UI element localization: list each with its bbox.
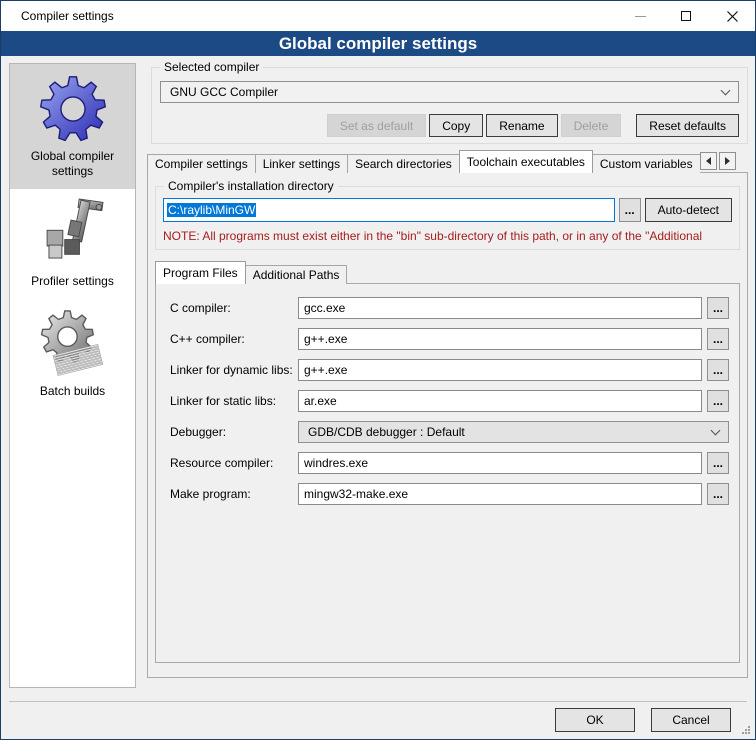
chevron-down-icon (711, 425, 721, 435)
maximize-button[interactable] (663, 1, 709, 31)
install-dir-selected-text: C:\raylib\MinGW (167, 203, 256, 217)
gear-blue-icon (36, 72, 110, 146)
gear-stack-icon (36, 307, 110, 381)
tabs-clip: Compiler settingsLinker settingsSearch d… (147, 150, 700, 173)
window-controls (617, 1, 755, 31)
compiler-buttons-row: Set as defaultCopyRenameDelete Reset defa… (327, 114, 739, 137)
toolchain-executables-page: Compiler's installation directory C:\ray… (147, 172, 748, 678)
tab-program-files[interactable]: Program Files (155, 261, 246, 284)
set-as-default-button: Set as default (327, 114, 426, 137)
reset-defaults-button[interactable]: Reset defaults (636, 114, 739, 137)
tab-linker-settings[interactable]: Linker settings (255, 154, 348, 173)
tab-scroll-arrows (700, 152, 736, 170)
field-label: C++ compiler: (170, 332, 298, 346)
tab-compiler-settings[interactable]: Compiler settings (147, 154, 256, 173)
install-dir-input[interactable]: C:\raylib\MinGW (163, 198, 615, 222)
autodetect-button[interactable]: Auto-detect (645, 198, 732, 222)
window-title: Compiler settings (1, 9, 114, 23)
field-input-c-compiler[interactable]: gcc.exe (298, 297, 702, 319)
browse-button[interactable]: ... (707, 328, 729, 350)
arrow-left-icon (706, 157, 711, 165)
selected-compiler-group-label: Selected compiler (160, 60, 263, 74)
page-title: Global compiler settings (1, 31, 755, 56)
field-row-debugger: Debugger: GDB/CDB debugger : Default (170, 421, 729, 443)
install-dir-group: Compiler's installation directory C:\ray… (155, 186, 740, 250)
sidebar-item-label: Batch builds (12, 384, 133, 399)
field-row-linker-static: Linker for static libs:ar.exe... (170, 390, 729, 412)
arrow-right-icon (725, 157, 730, 165)
profiler-caliper-icon (36, 197, 110, 271)
close-icon (727, 11, 738, 22)
sidebar: Global compiler settings Profiler settin… (9, 63, 136, 688)
field-input-cpp-compiler[interactable]: g++.exe (298, 328, 702, 350)
footer-buttons: OK Cancel (555, 708, 731, 732)
field-row-linker-dynamic: Linker for dynamic libs:g++.exe... (170, 359, 729, 381)
close-button[interactable] (709, 1, 755, 31)
sidebar-item-label: Profiler settings (12, 274, 133, 289)
field-input-linker-dynamic[interactable]: g++.exe (298, 359, 702, 381)
tab-toolchain-executables[interactable]: Toolchain executables (459, 150, 593, 173)
tab-search-directories[interactable]: Search directories (347, 154, 460, 173)
field-select-debugger[interactable]: GDB/CDB debugger : Default (298, 421, 729, 443)
tab-additional-paths[interactable]: Additional Paths (245, 265, 348, 284)
ok-button[interactable]: OK (555, 708, 635, 732)
field-label: Resource compiler: (170, 456, 298, 470)
compiler-select-value: GNU GCC Compiler (170, 85, 722, 99)
settings-tabbar: Compiler settingsLinker settingsSearch d… (147, 150, 748, 173)
resize-grip-icon[interactable] (748, 732, 750, 734)
rename-button[interactable]: Rename (486, 114, 557, 137)
browse-button[interactable]: ... (707, 390, 729, 412)
field-input-make-program[interactable]: mingw32-make.exe (298, 483, 702, 505)
field-row-c-compiler: C compiler:gcc.exe... (170, 297, 729, 319)
sidebar-item-batch-builds[interactable]: Batch builds (10, 299, 135, 409)
chevron-down-icon (721, 85, 731, 95)
tab-scroll-left-button[interactable] (700, 152, 717, 170)
browse-button[interactable]: ... (707, 297, 729, 319)
footer-divider (9, 701, 747, 702)
selected-compiler-group: Selected compiler GNU GCC Compiler Set a… (151, 67, 748, 144)
minimize-icon (635, 16, 646, 17)
sidebar-item-label: Global compiler settings (12, 149, 133, 179)
field-label: Linker for dynamic libs: (170, 363, 298, 377)
compiler-settings-dialog: Compiler settings Global compiler settin… (0, 0, 756, 740)
sidebar-item-global-compiler-settings[interactable]: Global compiler settings (10, 64, 135, 189)
install-dir-note: NOTE: All programs must exist either in … (163, 229, 738, 243)
program-files-tabbar: Program FilesAdditional Paths (155, 262, 346, 284)
install-dir-row: C:\raylib\MinGW ... Auto-detect (163, 198, 732, 222)
tab-scroll-right-button[interactable] (719, 152, 736, 170)
field-label: C compiler: (170, 301, 298, 315)
install-dir-group-label: Compiler's installation directory (164, 179, 338, 193)
browse-button[interactable]: ... (707, 452, 729, 474)
maximize-icon (681, 11, 691, 21)
minimize-button[interactable] (617, 1, 663, 31)
field-label: Debugger: (170, 425, 298, 439)
browse-button[interactable]: ... (707, 359, 729, 381)
field-input-resource-compiler[interactable]: windres.exe (298, 452, 702, 474)
titlebar: Compiler settings (1, 1, 755, 31)
install-dir-browse-button[interactable]: ... (619, 198, 641, 222)
field-label: Make program: (170, 487, 298, 501)
cancel-button[interactable]: Cancel (651, 708, 731, 732)
copy-button[interactable]: Copy (429, 114, 483, 137)
tab-custom-variables[interactable]: Custom variables (592, 154, 700, 173)
delete-button: Delete (561, 114, 622, 137)
sidebar-item-profiler-settings[interactable]: Profiler settings (10, 189, 135, 299)
field-row-make-program: Make program:mingw32-make.exe... (170, 483, 729, 505)
field-select-value: GDB/CDB debugger : Default (308, 425, 712, 439)
field-row-resource-compiler: Resource compiler:windres.exe... (170, 452, 729, 474)
program-files-panel: C compiler:gcc.exe...C++ compiler:g++.ex… (155, 283, 740, 663)
field-label: Linker for static libs: (170, 394, 298, 408)
field-row-cpp-compiler: C++ compiler:g++.exe... (170, 328, 729, 350)
compiler-select[interactable]: GNU GCC Compiler (160, 81, 739, 103)
browse-button[interactable]: ... (707, 483, 729, 505)
field-input-linker-static[interactable]: ar.exe (298, 390, 702, 412)
